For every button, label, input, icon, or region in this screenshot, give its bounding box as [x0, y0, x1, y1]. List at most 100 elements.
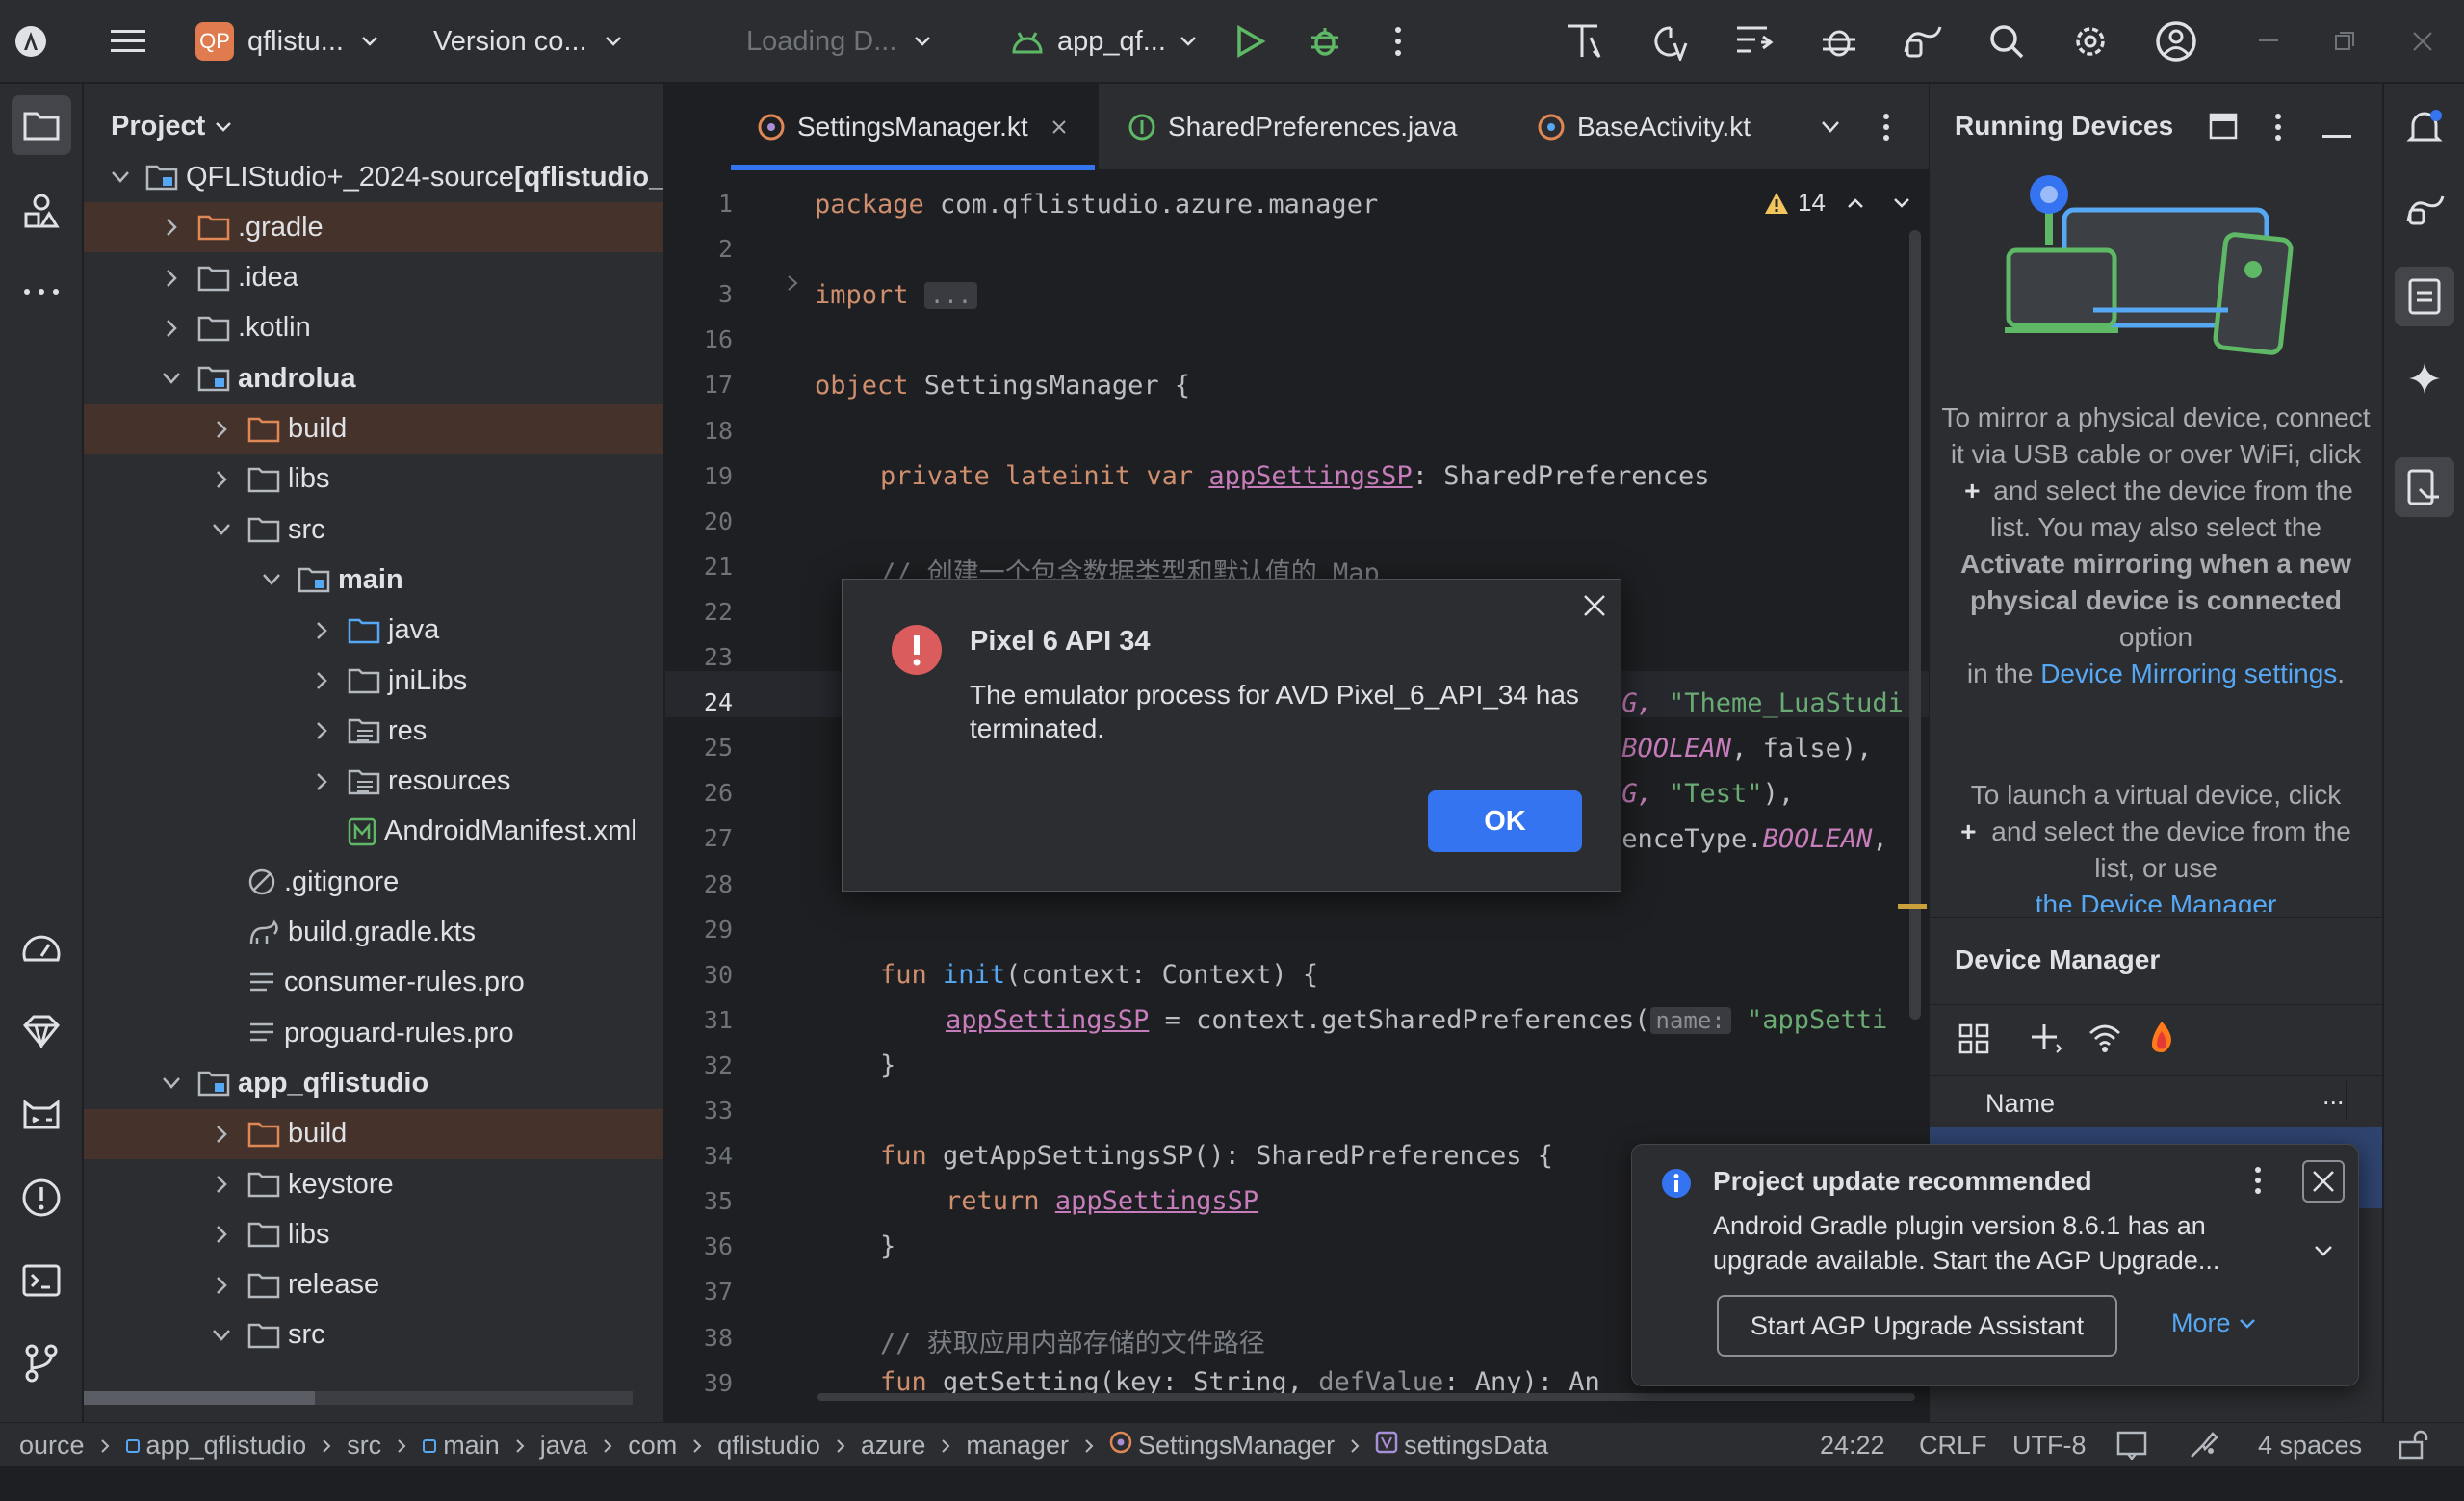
account-icon[interactable]: [2155, 0, 2197, 83]
sparkle-ai-icon[interactable]: [2395, 349, 2454, 408]
breadcrumb-item[interactable]: main: [422, 1431, 500, 1461]
breadcrumb-item[interactable]: SettingsManager: [1109, 1431, 1335, 1461]
main-menu-icon[interactable]: [111, 0, 153, 83]
expand-notification-icon[interactable]: [2314, 1245, 2333, 1263]
project-tool-folder-icon[interactable]: [12, 95, 71, 155]
name-column-header[interactable]: Name: [1985, 1089, 2055, 1119]
dialog-close-icon[interactable]: [1582, 593, 1607, 623]
chevron-right-icon[interactable]: [161, 318, 182, 339]
project-tree-row[interactable]: java: [84, 606, 663, 656]
fold-chevron-icon[interactable]: [786, 273, 799, 298]
chevron-down-icon[interactable]: [261, 569, 282, 590]
project-tree-row[interactable]: jniLibs: [84, 656, 663, 706]
project-tree-row[interactable]: build: [84, 1108, 663, 1159]
line-separator[interactable]: CRLF: [1919, 1423, 1987, 1467]
breadcrumb-item[interactable]: java: [540, 1431, 588, 1461]
breadcrumb-item[interactable]: src: [347, 1431, 381, 1461]
caret-position[interactable]: 24:22: [1820, 1423, 1885, 1467]
vertical-scrollbar[interactable]: [1909, 230, 1921, 1020]
firebase-device-streaming-icon[interactable]: [2147, 1020, 2176, 1059]
breadcrumb-item[interactable]: app_qflistudio: [125, 1431, 306, 1461]
notification-close-icon[interactable]: [2302, 1160, 2345, 1203]
project-tree-row[interactable]: libs: [84, 454, 663, 505]
vcs-widget[interactable]: Version co...: [433, 0, 622, 83]
project-tree-row[interactable]: release: [84, 1260, 663, 1310]
chevron-right-icon[interactable]: [311, 620, 332, 641]
running-devices-tool-icon[interactable]: [2395, 457, 2454, 517]
app-inspection-icon[interactable]: [1820, 0, 1858, 83]
project-tree-row[interactable]: keystore: [84, 1159, 663, 1209]
project-tree-row[interactable]: src: [84, 505, 663, 555]
tab-shared-preferences[interactable]: SharedPreferences.java: [1128, 84, 1457, 170]
project-switcher[interactable]: QP qflistu...: [195, 0, 378, 83]
indent-setting[interactable]: 4 spaces: [2258, 1423, 2362, 1467]
window-layout-icon[interactable]: [2209, 113, 2238, 144]
device-mirror-icon[interactable]: [1902, 0, 1944, 83]
breadcrumb-item[interactable]: ource: [19, 1431, 85, 1461]
ok-button[interactable]: OK: [1428, 790, 1582, 852]
chevron-down-icon[interactable]: [111, 167, 130, 188]
project-tree-row[interactable]: build: [84, 403, 663, 454]
more-tools-icon[interactable]: [12, 262, 71, 322]
chevron-right-icon[interactable]: [311, 720, 332, 741]
minimize-icon[interactable]: [2259, 0, 2278, 83]
resource-manager-shapes-icon[interactable]: [12, 182, 71, 242]
chevron-right-icon[interactable]: [161, 268, 182, 289]
chevron-down-icon[interactable]: [161, 1073, 182, 1094]
apply-changes-icon[interactable]: [1565, 0, 1605, 83]
file-encoding[interactable]: UTF-8: [2012, 1423, 2087, 1467]
tab-settings-manager[interactable]: SettingsManager.kt: [665, 84, 1099, 170]
run-icon[interactable]: [1235, 0, 1266, 83]
apply-code-changes-icon[interactable]: [1651, 0, 1692, 83]
notification-more-icon[interactable]: [2254, 1166, 2262, 1200]
device-manager-link[interactable]: the Device Manager: [2036, 890, 2277, 912]
project-tree-row[interactable]: build.gradle.kts: [84, 908, 663, 958]
device-mirroring-settings-link[interactable]: Device Mirroring settings: [2040, 659, 2337, 688]
settings-gear-icon[interactable]: [2071, 0, 2110, 83]
editor-horizontal-scrollbar[interactable]: [817, 1393, 1915, 1401]
more-actions-icon[interactable]: [1394, 0, 1402, 83]
breadcrumb-item[interactable]: qflistudio: [717, 1431, 820, 1461]
notification-more-button[interactable]: More: [2171, 1308, 2256, 1338]
breadcrumb-item[interactable]: com: [628, 1431, 677, 1461]
hide-panel-icon[interactable]: [2322, 126, 2351, 143]
chevron-down-icon[interactable]: [211, 519, 232, 540]
device-manager-tool-icon[interactable]: [2395, 267, 2454, 326]
run-configuration[interactable]: app_qf...: [1011, 0, 1197, 83]
build-variants-gem-icon[interactable]: [12, 1001, 71, 1061]
panel-more-icon[interactable]: [2274, 113, 2282, 146]
problems-icon[interactable]: [12, 1168, 71, 1228]
close-tab-icon[interactable]: [1051, 119, 1067, 135]
project-tree-row[interactable]: main: [84, 555, 663, 605]
logcat-icon[interactable]: [1734, 0, 1775, 83]
terminal-icon[interactable]: [12, 1251, 71, 1310]
project-tree-row[interactable]: consumer-rules.pro: [84, 958, 663, 1008]
read-only-lock-icon[interactable]: [2398, 1423, 2428, 1467]
breadcrumb-item[interactable]: settingsData: [1375, 1431, 1548, 1461]
project-tree-row[interactable]: libs: [84, 1209, 663, 1259]
project-panel-header[interactable]: Project: [111, 111, 232, 142]
logcat-cat-icon[interactable]: [12, 1085, 71, 1145]
chevron-right-icon[interactable]: [211, 1224, 232, 1245]
add-device-plus-icon[interactable]: [2030, 1022, 2062, 1059]
device-selector[interactable]: Loading D...: [746, 0, 931, 83]
chevron-right-icon[interactable]: [311, 670, 332, 691]
chevron-right-icon[interactable]: [211, 1174, 232, 1195]
chevron-right-icon[interactable]: [211, 419, 232, 440]
project-tree-row[interactable]: .gradle: [84, 202, 663, 253]
breadcrumb-item[interactable]: azure: [861, 1431, 926, 1461]
tab-base-activity[interactable]: BaseActivity.kt: [1537, 84, 1751, 170]
project-tree-row[interactable]: androlua: [84, 353, 663, 403]
debug-icon[interactable]: [1308, 0, 1342, 83]
chevron-right-icon[interactable]: [311, 771, 332, 792]
breadcrumb-item[interactable]: manager: [966, 1431, 1069, 1461]
project-tree-row[interactable]: app_qflistudio: [84, 1058, 663, 1108]
chevron-down-icon[interactable]: [211, 1325, 232, 1346]
project-tree-row[interactable]: QFLIStudio+_2024-source [qflistudio_p: [84, 152, 663, 202]
readonly-toggle-icon[interactable]: [2116, 1423, 2149, 1467]
column-options[interactable]: ...: [2322, 1081, 2345, 1111]
maximize-icon[interactable]: [2335, 0, 2354, 83]
notifications-bell-icon[interactable]: [2395, 97, 2454, 157]
tab-actions-more-icon[interactable]: [1882, 84, 1890, 170]
git-branch-icon[interactable]: [12, 1333, 71, 1393]
